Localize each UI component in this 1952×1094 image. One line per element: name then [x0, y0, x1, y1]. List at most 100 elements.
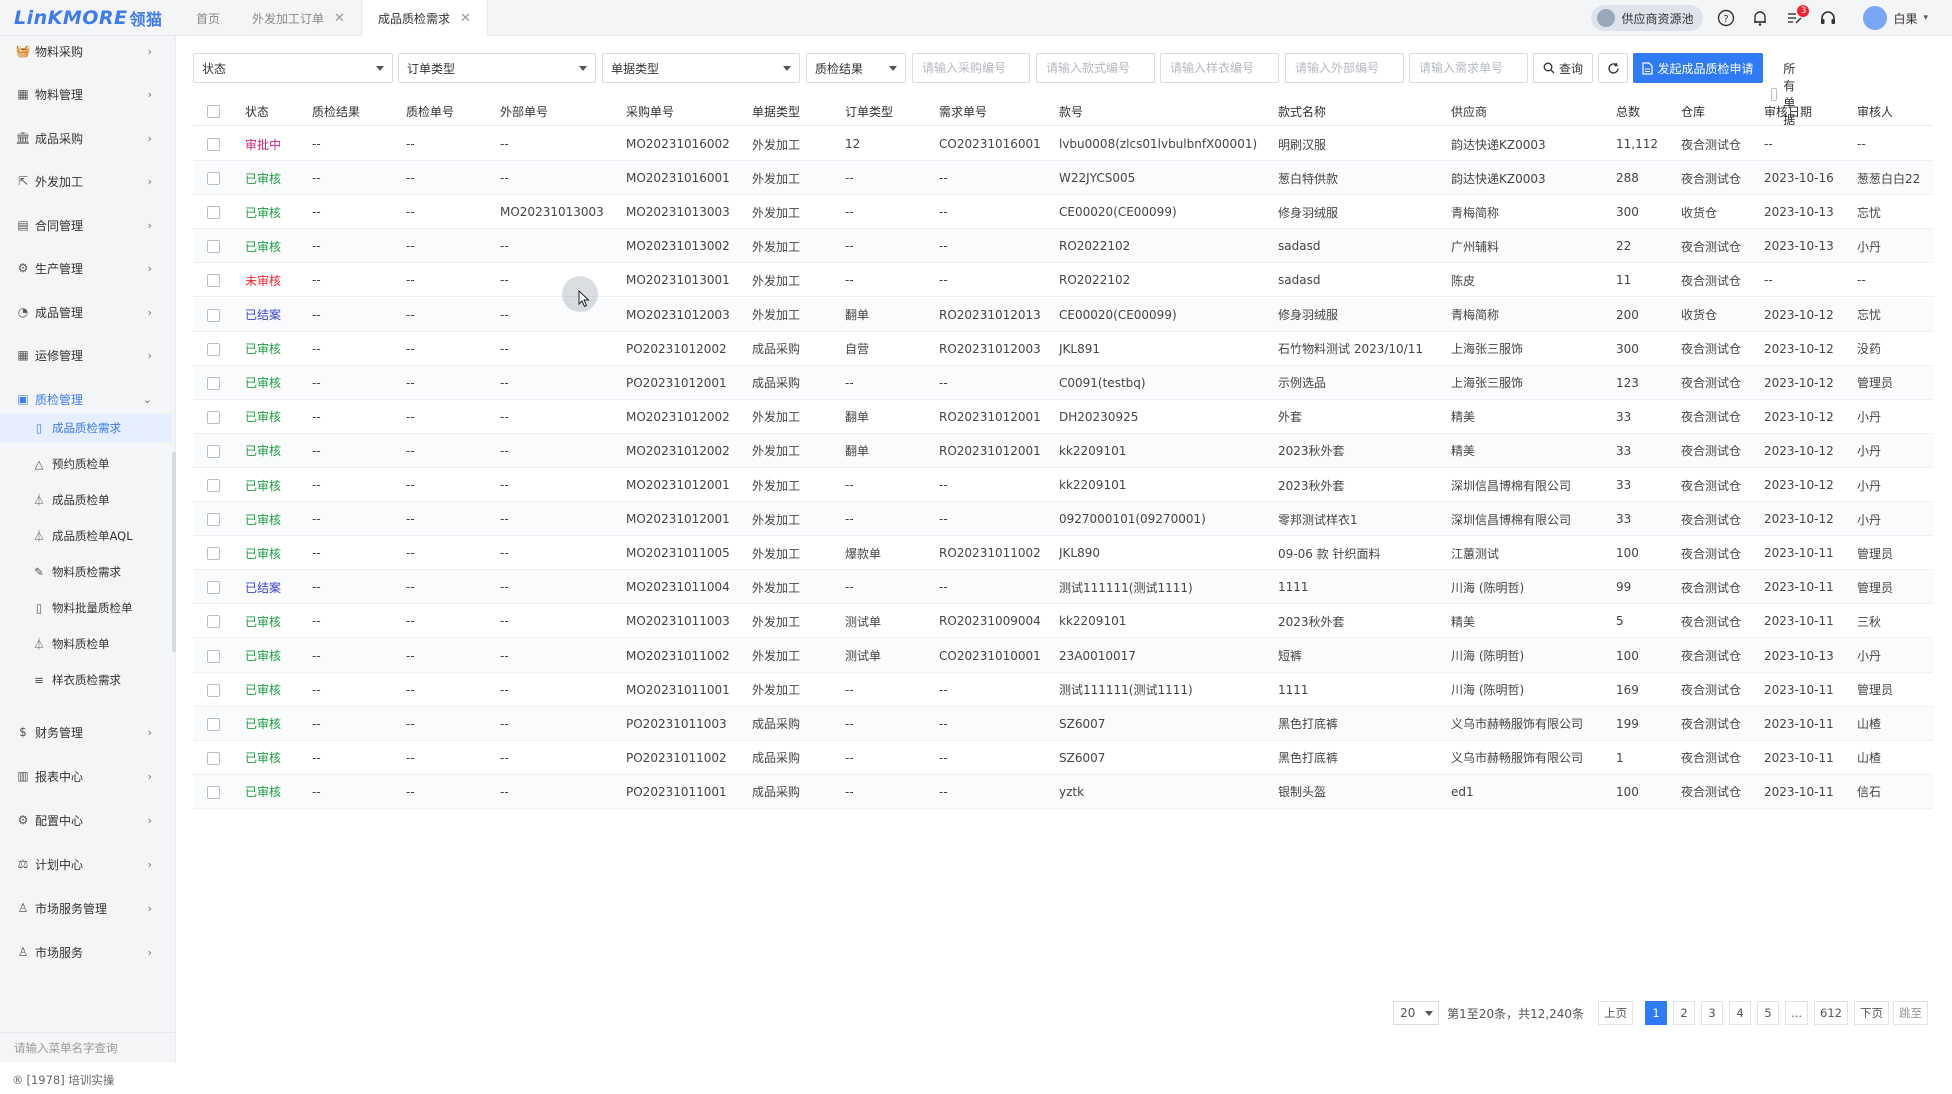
row-checkbox[interactable]: [207, 581, 220, 595]
cell-style-no[interactable]: kk2209101: [1059, 604, 1126, 638]
cell-purchase-no[interactable]: MO20231012002: [626, 434, 730, 468]
table-row[interactable]: 已审核 -- -- -- PO20231012001 成品采购 -- -- C0091(test…: [193, 365, 1933, 400]
page-size-select[interactable]: 20: [1393, 1001, 1440, 1025]
close-icon[interactable]: ✕: [334, 11, 345, 26]
cell-style-no[interactable]: SZ6007: [1059, 741, 1105, 775]
cell-purchase-no[interactable]: PO20231011002: [626, 741, 727, 775]
sidebar-item-5[interactable]: ⚙ 生产管理 ›: [0, 253, 176, 283]
column-header-qc-result[interactable]: 质检结果: [312, 96, 360, 126]
cell-style-no[interactable]: JKL890: [1059, 536, 1100, 570]
row-checkbox[interactable]: [207, 342, 220, 356]
column-header-order-type[interactable]: 订单类型: [845, 96, 893, 126]
supplier-pool-button[interactable]: 供应商资源池: [1591, 5, 1704, 31]
sidebar-item-2[interactable]: 🏛 成品采购 ›: [0, 123, 176, 153]
column-header-status[interactable]: 状态: [245, 96, 269, 126]
table-row[interactable]: 已审核 -- -- -- MO20231011001 外发加工 -- -- 测试111111(测…: [193, 673, 1933, 707]
sidebar-item-7[interactable]: ▦ 运修管理 ›: [0, 340, 176, 370]
external-no-input[interactable]: [1285, 53, 1404, 83]
cell-purchase-no[interactable]: MO20231013003: [626, 195, 730, 229]
refresh-button[interactable]: [1598, 53, 1628, 83]
row-checkbox[interactable]: [207, 444, 220, 458]
sidebar-subitem-3[interactable]: ⏃ 成品质检单AQL: [0, 522, 172, 550]
cell-purchase-no[interactable]: MO20231011004: [626, 570, 730, 604]
sidebar-footer[interactable]: ® [1978] 培训实操: [0, 1066, 176, 1094]
sidebar-bottom-item-4[interactable]: ♙ 市场服务管理 ›: [0, 893, 176, 923]
cell-purchase-no[interactable]: MO20231012003: [626, 298, 730, 332]
select-all-checkbox[interactable]: [207, 105, 220, 118]
column-header-total[interactable]: 总数: [1616, 96, 1640, 126]
row-checkbox[interactable]: [207, 206, 220, 220]
table-row[interactable]: 已审核 -- -- -- MO20231012002 外发加工 翻单 RO2023101200…: [193, 433, 1933, 468]
help-icon[interactable]: ?: [1715, 7, 1737, 29]
row-checkbox[interactable]: [207, 547, 220, 561]
cell-purchase-no[interactable]: MO20231011005: [626, 536, 730, 570]
sidebar-item-6[interactable]: ◔ 成品管理 ›: [0, 297, 176, 327]
cell-purchase-no[interactable]: PO20231012001: [626, 366, 727, 400]
cell-purchase-no[interactable]: MO20231011003: [626, 604, 730, 638]
row-checkbox[interactable]: [207, 785, 220, 799]
cell-purchase-no[interactable]: MO20231012002: [626, 400, 730, 434]
table-row[interactable]: 已审核 -- -- -- PO20231011003 成品采购 -- -- SZ6007 黑色打底…: [193, 706, 1933, 741]
column-header-audit-date[interactable]: 审核日期: [1764, 96, 1812, 126]
style-no-input[interactable]: [1036, 53, 1155, 83]
row-checkbox[interactable]: [207, 683, 220, 697]
tab-1[interactable]: 外发加工订单 ✕: [236, 0, 361, 36]
cell-style-no[interactable]: 测试111111(测试1111): [1059, 673, 1193, 707]
cell-style-no[interactable]: kk2209101: [1059, 468, 1126, 502]
sidebar-subitem-1[interactable]: △ 预约质检单: [0, 450, 172, 478]
task-icon[interactable]: 3: [1783, 5, 1810, 29]
table-row[interactable]: 已审核 -- -- -- PO20231011001 成品采购 -- -- yztk 银制头盔 ed…: [193, 774, 1933, 809]
row-checkbox[interactable]: [207, 751, 220, 765]
cell-style-no[interactable]: JKL891: [1059, 332, 1100, 366]
cell-purchase-no[interactable]: MO20231016001: [626, 161, 730, 195]
sidebar-bottom-item-2[interactable]: ⚙ 配置中心 ›: [0, 805, 176, 835]
table-row[interactable]: 已结案 -- -- -- MO20231011004 外发加工 -- -- 测试111111(测…: [193, 570, 1933, 605]
row-checkbox[interactable]: [207, 479, 220, 492]
cell-style-no[interactable]: CE00020(CE00099): [1059, 195, 1177, 229]
row-checkbox[interactable]: [207, 308, 220, 322]
page-button-5[interactable]: 5: [1757, 1001, 1780, 1025]
query-button[interactable]: 查询: [1533, 53, 1593, 83]
sidebar-scrollbar[interactable]: [172, 452, 176, 652]
cell-purchase-no[interactable]: MO20231011002: [626, 639, 730, 673]
cell-purchase-no[interactable]: MO20231011001: [626, 673, 730, 707]
next-page-button[interactable]: 下页: [1854, 1001, 1889, 1025]
cell-style-no[interactable]: lvbu0008(zlcs01lvbulbnfX00001): [1059, 127, 1257, 161]
cell-purchase-no[interactable]: MO20231013002: [626, 229, 730, 263]
table-row[interactable]: 已审核 -- -- -- PO20231011002 成品采购 -- -- SZ6007 黑色打底…: [193, 741, 1933, 775]
cell-style-no[interactable]: 0927000101(09270001): [1059, 502, 1206, 536]
table-row[interactable]: 已审核 -- -- -- MO20231012002 外发加工 翻单 RO2023101200…: [193, 400, 1933, 434]
sidebar-bottom-item-0[interactable]: $ 财务管理 ›: [0, 717, 176, 747]
column-header-supplier[interactable]: 供应商: [1451, 96, 1487, 126]
order-type-select[interactable]: 订单类型: [398, 53, 596, 83]
tab-0[interactable]: 首页: [180, 0, 236, 36]
page-button-3[interactable]: 3: [1701, 1001, 1724, 1025]
status-select[interactable]: 状态: [193, 53, 393, 83]
table-row[interactable]: 已审核 -- -- -- MO20231012001 外发加工 -- -- kk2209101 2…: [193, 468, 1933, 502]
cell-style-no[interactable]: 23A0010017: [1059, 639, 1136, 673]
row-checkbox[interactable]: [207, 138, 220, 151]
table-row[interactable]: 已结案 -- -- -- MO20231012003 外发加工 翻单 RO2023101201…: [193, 297, 1933, 332]
menu-search-input[interactable]: 请输入菜单名字查询: [0, 1032, 176, 1062]
qc-result-select[interactable]: 质检结果: [806, 53, 906, 83]
page-button-4[interactable]: 4: [1729, 1001, 1752, 1025]
page-button-612[interactable]: 612: [1814, 1001, 1848, 1025]
column-header-qc-no[interactable]: 质检单号: [406, 96, 454, 126]
column-header-purchase-no[interactable]: 采购单号: [626, 96, 674, 126]
doc-type-select[interactable]: 单据类型: [602, 53, 800, 83]
cell-purchase-no[interactable]: MO20231016002: [626, 127, 730, 161]
row-checkbox[interactable]: [207, 274, 220, 288]
cell-style-no[interactable]: yztk: [1059, 775, 1084, 809]
column-header-warehouse[interactable]: 仓库: [1681, 96, 1705, 126]
purchase-no-input[interactable]: [912, 53, 1030, 83]
row-checkbox[interactable]: [207, 376, 220, 390]
column-header-auditor[interactable]: 审核人: [1857, 96, 1893, 126]
cell-purchase-no[interactable]: PO20231011001: [626, 775, 727, 809]
row-checkbox[interactable]: [207, 240, 220, 254]
prev-page-button[interactable]: 上页: [1598, 1001, 1634, 1025]
sidebar-bottom-item-5[interactable]: ♙ 市场服务 ›: [0, 937, 176, 967]
sidebar-item-1[interactable]: ▦ 物料管理 ›: [0, 79, 176, 109]
create-qc-request-button[interactable]: 发起成品质检申请: [1633, 53, 1763, 83]
table-row[interactable]: 审批中 -- -- -- MO20231016002 外发加工 12 CO2023101600…: [193, 127, 1933, 161]
table-row[interactable]: 已审核 -- -- -- MO20231011003 外发加工 测试单 RO202310090…: [193, 604, 1933, 639]
